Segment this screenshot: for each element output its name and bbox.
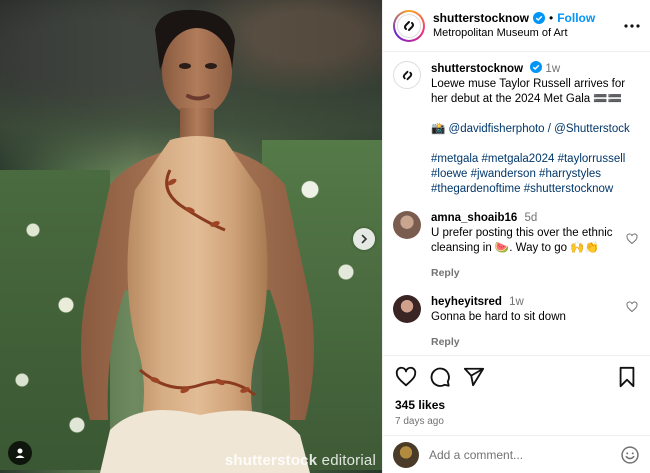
share-icon[interactable] bbox=[463, 366, 485, 388]
comment-time[interactable]: 5d bbox=[525, 212, 538, 224]
comment-item: amna_shoaib16 5d U prefer posting this o… bbox=[393, 211, 640, 281]
caption: shutterstocknow 1w Loewe muse Taylor Rus… bbox=[393, 61, 640, 197]
tagged-users-button[interactable] bbox=[8, 441, 32, 465]
next-photo-button[interactable] bbox=[353, 228, 375, 250]
comment-icon[interactable] bbox=[429, 366, 451, 388]
chevron-right-icon bbox=[361, 234, 368, 244]
comment-text: U prefer posting this over the ethnic cl… bbox=[431, 227, 613, 254]
caption-avatar[interactable] bbox=[393, 61, 421, 89]
post-side-panel: shutterstocknow • Follow Metropolitan Mu… bbox=[382, 0, 650, 473]
save-icon[interactable] bbox=[616, 366, 638, 388]
commenter-avatar[interactable] bbox=[393, 211, 421, 239]
brand-logo-icon bbox=[402, 70, 412, 80]
post-date[interactable]: 7 days ago bbox=[395, 416, 638, 427]
reply-button[interactable]: Reply bbox=[431, 335, 622, 350]
caption-text: Loewe muse Taylor Russell arrives for he… bbox=[431, 78, 626, 105]
post-actions: 345 likes 7 days ago bbox=[383, 355, 650, 427]
post-photo[interactable]: shutterstock editorial bbox=[0, 0, 382, 473]
comment-input[interactable] bbox=[429, 447, 620, 462]
comment-composer bbox=[383, 435, 650, 473]
comment-username[interactable]: heyheyitsred bbox=[431, 296, 502, 308]
author-username[interactable]: shutterstocknow bbox=[433, 11, 529, 26]
caption-time[interactable]: 1w bbox=[545, 63, 560, 75]
comment-item: heyheyitsred 1w Gonna be hard to sit dow… bbox=[393, 295, 640, 350]
more-icon bbox=[624, 23, 640, 28]
comment-username[interactable]: amna_shoaib16 bbox=[431, 212, 517, 224]
post-header: shutterstocknow • Follow Metropolitan Mu… bbox=[383, 0, 650, 52]
author-avatar[interactable] bbox=[393, 9, 425, 42]
separator-dot: • bbox=[549, 10, 554, 25]
follow-button[interactable]: Follow bbox=[557, 11, 595, 26]
comment-time[interactable]: 1w bbox=[509, 296, 524, 308]
emoji-icon[interactable] bbox=[620, 445, 640, 465]
caption-username[interactable]: shutterstocknow bbox=[431, 63, 523, 75]
like-count[interactable]: 345 likes bbox=[395, 398, 638, 412]
photo-watermark: shutterstock editorial bbox=[225, 452, 376, 469]
commenter-avatar[interactable] bbox=[393, 295, 421, 323]
reply-button[interactable]: Reply bbox=[431, 266, 622, 281]
heart-icon[interactable] bbox=[626, 301, 638, 313]
photo-credit[interactable]: 📸 @davidfisherphoto / @Shutterstock bbox=[431, 122, 640, 137]
comment-text: Gonna be hard to sit down bbox=[431, 311, 566, 323]
verified-icon bbox=[530, 61, 543, 73]
watermark-suffix: editorial bbox=[321, 452, 376, 469]
verified-icon bbox=[533, 12, 546, 24]
post-location[interactable]: Metropolitan Museum of Art bbox=[433, 26, 622, 41]
post-dialog: shutterstock editorial shutterstocknow •… bbox=[0, 0, 650, 473]
more-options-button[interactable] bbox=[622, 23, 642, 28]
heart-icon[interactable] bbox=[626, 233, 638, 245]
caption-hashtags[interactable]: #metgala #metgala2024 #taylorrussell #lo… bbox=[431, 152, 640, 197]
comments-scroll-area[interactable]: shutterstocknow 1w Loewe muse Taylor Rus… bbox=[383, 53, 650, 353]
current-user-avatar bbox=[393, 441, 419, 468]
user-tag-icon bbox=[15, 448, 25, 458]
like-heart-icon[interactable] bbox=[395, 366, 417, 388]
brand-logo-icon bbox=[404, 20, 414, 31]
watermark-brand: shutterstock bbox=[224, 452, 318, 469]
model-figure bbox=[81, 9, 314, 473]
